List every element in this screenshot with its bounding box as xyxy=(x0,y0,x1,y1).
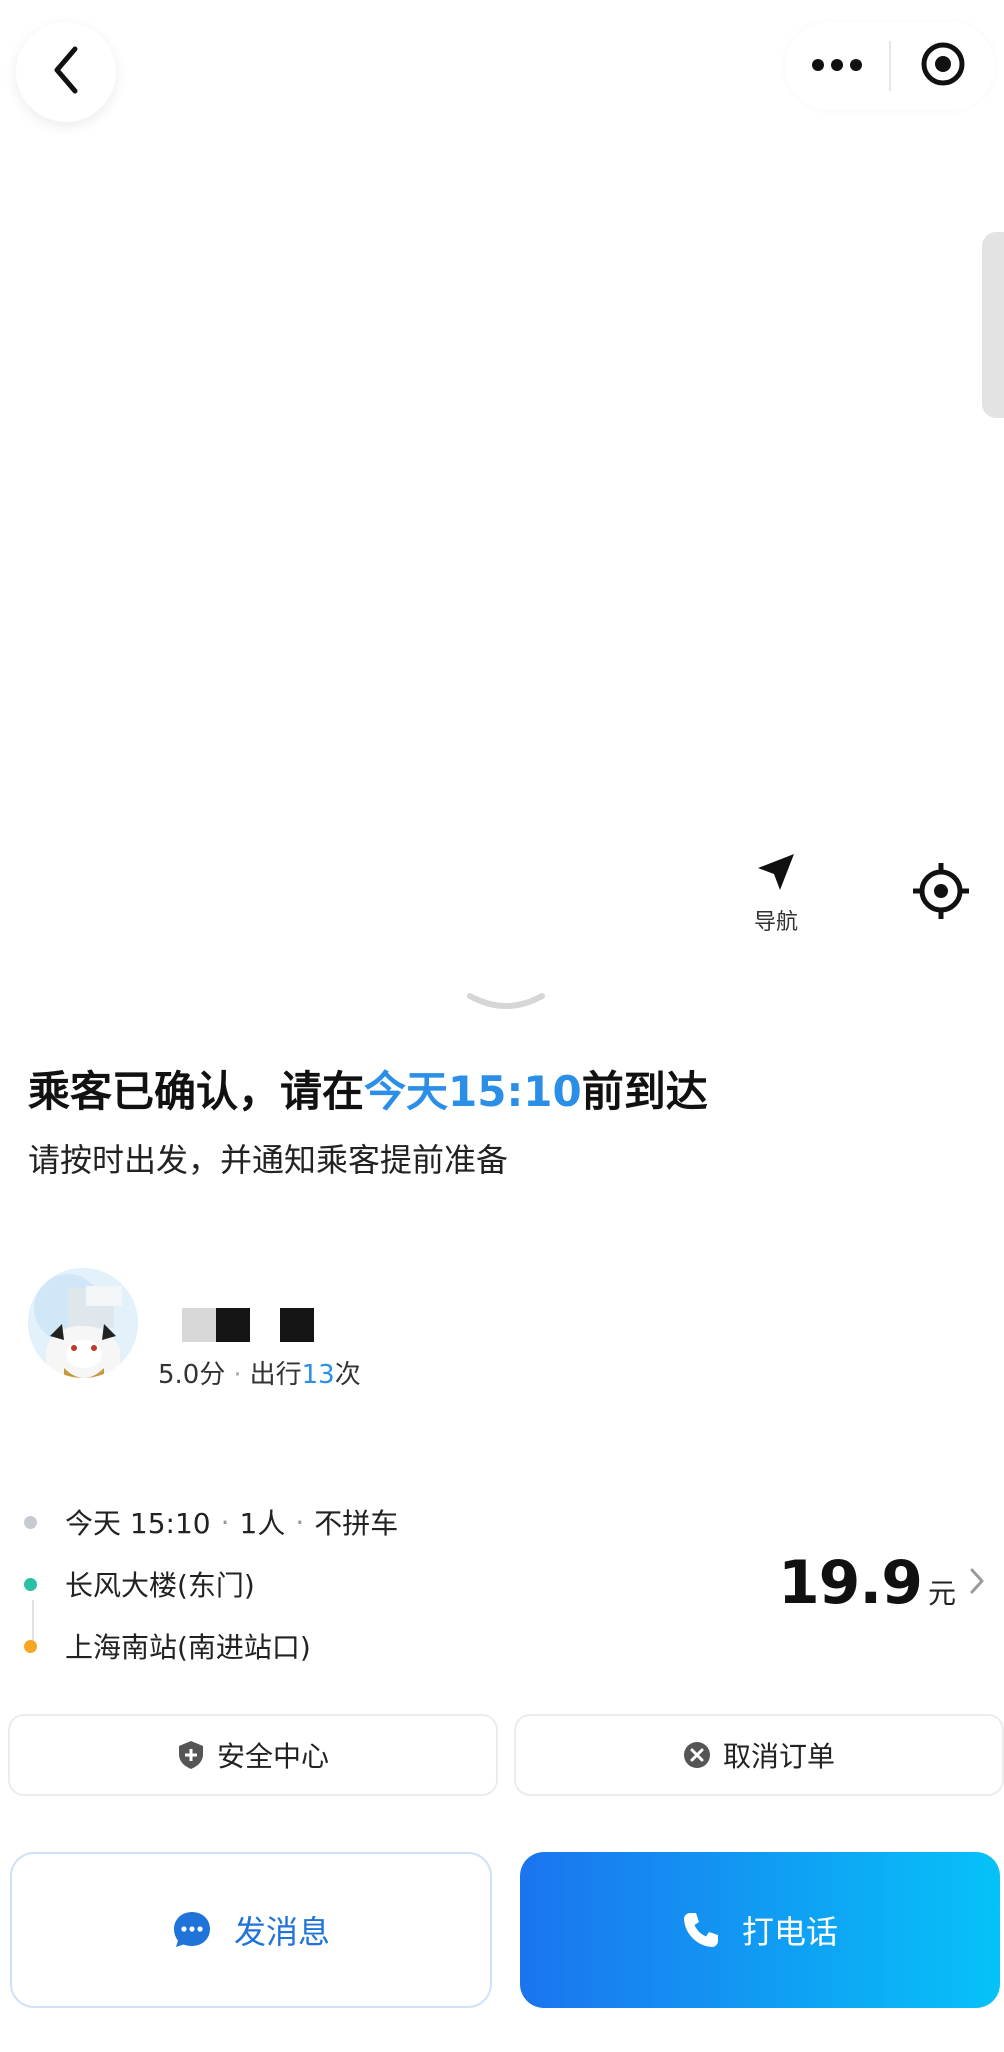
phone-icon xyxy=(682,1911,720,1949)
pickup-location: 长风大楼(东门) xyxy=(65,1569,255,1602)
call-label: 打电话 xyxy=(741,1913,838,1951)
send-message-button[interactable]: 发消息 xyxy=(10,1852,492,2008)
target-circle-icon xyxy=(919,40,967,92)
chevron-left-icon xyxy=(49,43,83,101)
navigation-button[interactable]: 导航 xyxy=(736,850,816,935)
back-button[interactable] xyxy=(16,22,116,122)
trip-time: 今天 15:10 xyxy=(65,1507,211,1540)
fare-unit: 元 xyxy=(927,1577,956,1610)
locate-button[interactable] xyxy=(910,862,972,924)
redaction-block xyxy=(182,1308,216,1342)
safety-center-label: 安全中心 xyxy=(216,1740,329,1773)
sheet-collapse-handle[interactable] xyxy=(466,990,546,1018)
trip-separator: · xyxy=(220,1505,230,1539)
call-button[interactable]: 打电话 xyxy=(520,1852,1000,2008)
navigation-arrow-icon xyxy=(754,850,798,898)
chat-bubble-icon xyxy=(172,1910,212,1950)
passenger-stats: 5.0分 · 出行13次 xyxy=(158,1354,361,1391)
dropoff-row: 上海南站(南进站口) xyxy=(24,1626,311,1666)
shield-icon xyxy=(177,1740,205,1770)
passenger-avatar[interactable] xyxy=(28,1268,138,1378)
dropoff-dot xyxy=(24,1639,37,1653)
more-button[interactable] xyxy=(785,22,889,110)
chevron-right-icon xyxy=(970,1568,984,1598)
close-circle-icon xyxy=(683,1741,711,1769)
time-dot xyxy=(24,1515,37,1529)
pickup-dot xyxy=(24,1577,37,1591)
dropoff-location: 上海南站(南进站口) xyxy=(65,1631,311,1664)
redaction-block xyxy=(216,1308,250,1342)
close-button[interactable] xyxy=(891,22,995,110)
mini-program-capsule xyxy=(785,22,995,110)
side-drawer-handle[interactable] xyxy=(982,232,1004,418)
cancel-order-label: 取消订单 xyxy=(722,1740,835,1773)
trip-seats: 1人 xyxy=(239,1507,286,1540)
redaction-block xyxy=(280,1308,314,1342)
pickup-row: 长风大楼(东门) xyxy=(24,1564,255,1604)
trips-prefix: 出行 xyxy=(249,1360,302,1390)
fare-detail-link[interactable]: 19.9 元 xyxy=(778,1548,984,1618)
fare-amount: 19.9 xyxy=(777,1548,923,1618)
navigation-label: 导航 xyxy=(753,910,798,935)
status-title-time: 今天15:10 xyxy=(364,1067,582,1116)
crosshair-icon xyxy=(912,862,970,924)
safety-center-button[interactable]: 安全中心 xyxy=(8,1714,498,1796)
status-title-suffix: 前到达 xyxy=(581,1067,708,1116)
send-message-label: 发消息 xyxy=(233,1913,330,1951)
more-dots-icon xyxy=(811,57,863,76)
trip-share: 不拼车 xyxy=(314,1507,399,1540)
passenger-rating: 5.0分 xyxy=(158,1360,226,1390)
trips-count: 13 xyxy=(301,1360,335,1390)
stats-separator: · xyxy=(233,1360,242,1390)
trip-time-row: 今天 15:10 · 1人 · 不拼车 xyxy=(24,1502,398,1542)
trips-suffix: 次 xyxy=(334,1360,361,1390)
cancel-order-button[interactable]: 取消订单 xyxy=(514,1714,1004,1796)
status-subtitle: 请按时出发，并通知乘客提前准备 xyxy=(28,1141,509,1179)
status-title-prefix: 乘客已确认，请在 xyxy=(28,1067,365,1116)
trip-separator: · xyxy=(295,1505,305,1539)
status-title: 乘客已确认，请在今天15:10前到达 xyxy=(28,1058,708,1119)
